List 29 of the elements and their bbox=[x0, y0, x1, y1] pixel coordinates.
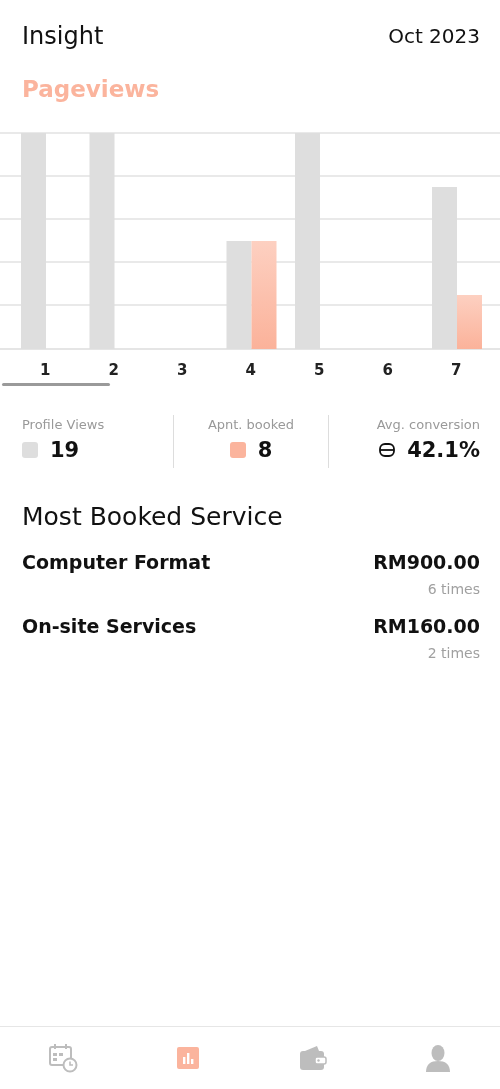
service-name: Computer Format bbox=[22, 551, 211, 573]
section-title: Most Booked Service bbox=[22, 502, 284, 531]
stat-value: 8 bbox=[257, 438, 273, 462]
stat-label: Avg. conversion bbox=[376, 417, 480, 432]
booking-count: 2 times bbox=[427, 645, 480, 661]
stat-label: Apnt. booked bbox=[207, 417, 295, 432]
booking-count: 6 times bbox=[427, 581, 480, 597]
stat-label: Profile Views bbox=[22, 417, 106, 432]
person-icon bbox=[424, 1044, 451, 1072]
booked-bar bbox=[457, 295, 482, 349]
stat-value: 19 bbox=[50, 438, 80, 462]
axis-label: 3 bbox=[177, 361, 188, 379]
axis-label: 5 bbox=[314, 361, 325, 379]
service-amount: RM900.00 bbox=[373, 551, 480, 573]
conversion-icon bbox=[379, 443, 396, 457]
bar-chart-icon bbox=[175, 1046, 200, 1070]
service-name: On-site Services bbox=[22, 615, 197, 637]
axis-label: 2 bbox=[108, 361, 119, 379]
period-label[interactable]: Oct 2023 bbox=[388, 24, 480, 48]
wallet-icon bbox=[298, 1045, 327, 1071]
page-title: Insight bbox=[22, 22, 104, 50]
axis-label: 6 bbox=[382, 361, 393, 379]
chart-title: Pageviews bbox=[22, 76, 161, 102]
stat-value: 42.1% bbox=[407, 438, 480, 462]
service-amount: RM160.00 bbox=[373, 615, 480, 637]
axis-label: 1 bbox=[40, 361, 51, 379]
calendar-clock-icon bbox=[47, 1043, 78, 1073]
axis-label: 7 bbox=[451, 361, 462, 379]
axis-label: 4 bbox=[245, 361, 256, 379]
